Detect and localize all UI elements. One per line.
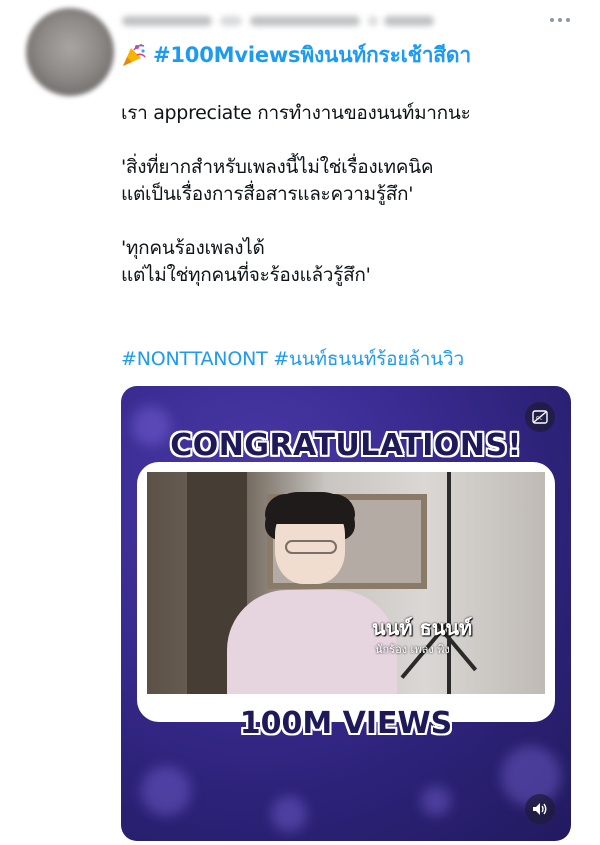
title-row: #100Mviewsพิงนนท์กระเช้าสีดา — [121, 40, 471, 70]
tweet-line-2: 'สิ่งที่ยากสำหรับเพลงนี้ไม่ใช่เรื่องเทคน… — [121, 156, 434, 178]
title-hashtag-link[interactable]: #100Mviewsพิงนนท์กระเช้าสีดา — [153, 39, 471, 72]
hashtag-link-nonttanont[interactable]: #NONTTANONT — [121, 348, 268, 370]
svg-text:cc: cc — [536, 415, 543, 422]
tweet-line-3: แต่เป็นเรื่องการสื่อสารและความรู้สึก' — [121, 183, 414, 205]
congratulations-banner: CONGRATULATIONS! — [170, 428, 522, 463]
author-header-blurred — [122, 10, 542, 32]
hashtag-line: #NONTTANONT #นนท์ธนนท์ร้อยล้านวิว — [121, 346, 464, 373]
volume-icon[interactable] — [525, 794, 555, 824]
tweet-line-5: แต่ไม่ใช่ทุกคนที่จะร้องแล้วรู้สึก' — [121, 264, 371, 286]
views-banner: 100M VIEWS — [239, 706, 453, 741]
tweet-text: เรา appreciate การทำงานของนนท์มากนะ 'สิ่… — [121, 100, 561, 289]
tweet-line-4: 'ทุกคนร้องเพลงได้ — [121, 237, 265, 259]
video-media[interactable]: CONGRATULATIONS! นนท์ ธนนท์ นักร้อง เพลง… — [121, 386, 571, 841]
avatar[interactable] — [26, 8, 114, 96]
hashtag-link-100m[interactable]: #นนท์ธนนท์ร้อยล้านวิว — [273, 348, 464, 370]
lower-third-subtitle: นักร้อง เพลง พิง — [375, 643, 450, 656]
tweet-line-1: เรา appreciate การทำงานของนนท์มากนะ — [121, 102, 471, 124]
more-dots-icon[interactable] — [542, 10, 578, 30]
video-scene: นนท์ ธนนท์ นักร้อง เพลง พิง — [147, 472, 545, 694]
video-frame: นนท์ ธนนท์ นักร้อง เพลง พิง — [137, 462, 555, 722]
party-popper-icon — [123, 43, 146, 66]
captions-icon[interactable]: cc — [525, 402, 555, 432]
